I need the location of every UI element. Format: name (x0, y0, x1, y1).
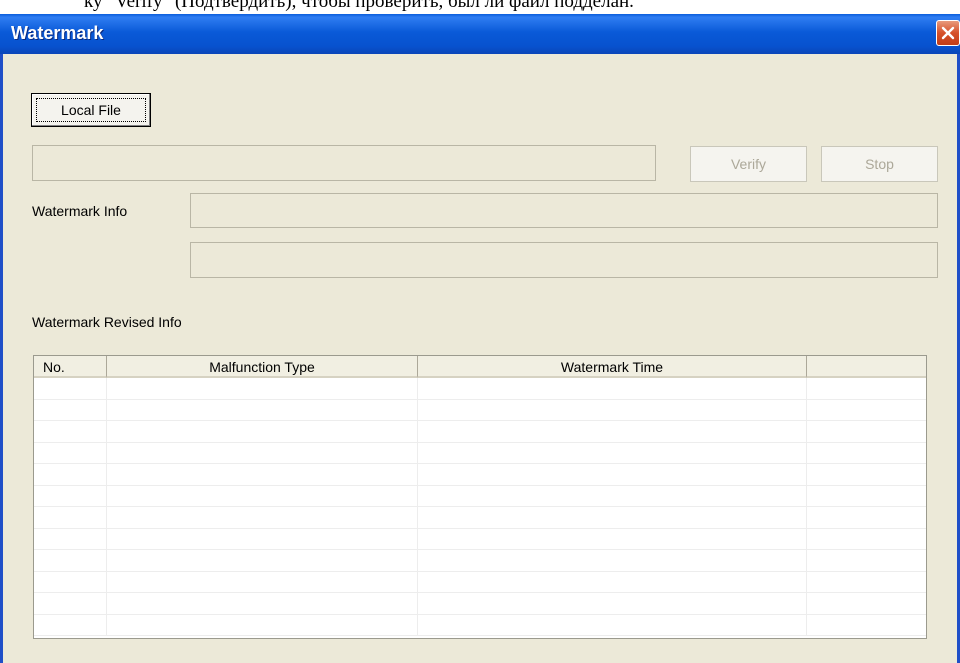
table-cell (34, 485, 107, 506)
file-path-field[interactable] (32, 145, 656, 181)
table-cell (418, 378, 807, 399)
table-cell (107, 614, 418, 635)
table-cell (34, 378, 107, 399)
table-header: No. Malfunction Type Watermark Time (34, 356, 926, 378)
table-cell (34, 571, 107, 592)
table-cell (107, 528, 418, 549)
table-row[interactable] (34, 485, 926, 507)
document-text-strip: ку "Verify" (Подтвердить), чтобы провери… (0, 0, 960, 14)
table-cell (107, 399, 418, 420)
table-row[interactable] (34, 442, 926, 464)
table-row[interactable] (34, 571, 926, 593)
title-bar[interactable]: Watermark (0, 14, 960, 54)
table-cell (418, 399, 807, 420)
table-cell (107, 507, 418, 528)
table-row[interactable] (34, 528, 926, 550)
table-cell (34, 507, 107, 528)
column-header-no[interactable]: No. (34, 356, 107, 378)
table-cell (107, 571, 418, 592)
table-cell (107, 442, 418, 463)
table-cell (418, 464, 807, 485)
table-cell (418, 571, 807, 592)
table-cell (34, 399, 107, 420)
verify-button[interactable]: Verify (690, 146, 807, 182)
table-cell (107, 464, 418, 485)
table-cell (418, 593, 807, 614)
table-row[interactable] (34, 550, 926, 572)
table-cell (807, 486, 926, 507)
table-body (34, 378, 926, 636)
table-cell (807, 593, 926, 614)
table-row[interactable] (34, 593, 926, 615)
table-cell (418, 528, 807, 549)
table-cell (34, 464, 107, 485)
table-cell (418, 550, 807, 571)
column-header-extra[interactable] (807, 356, 926, 378)
watermark-info-label: Watermark Info (32, 203, 128, 219)
table-cell (34, 593, 107, 614)
table-cell (418, 421, 807, 442)
table-cell (107, 593, 418, 614)
close-icon (941, 26, 955, 40)
close-button[interactable] (936, 20, 960, 46)
document-text: ку "Verify" (Подтвердить), чтобы провери… (84, 0, 634, 12)
table-row[interactable] (34, 464, 926, 486)
table-cell (807, 421, 926, 442)
table-cell (807, 507, 926, 528)
table-cell (34, 442, 107, 463)
table-cell (807, 400, 926, 421)
table-row[interactable] (34, 399, 926, 421)
table-cell (107, 550, 418, 571)
window-title: Watermark (11, 23, 104, 43)
local-file-button[interactable]: Local File (31, 93, 151, 127)
table-cell (807, 572, 926, 593)
watermark-revised-table: No. Malfunction Type Watermark Time (33, 355, 927, 639)
table-cell (107, 378, 418, 399)
table-cell (107, 485, 418, 506)
table-row[interactable] (34, 614, 926, 636)
watermark-info-field-1[interactable] (190, 193, 938, 228)
table-cell (34, 614, 107, 635)
table-cell (107, 421, 418, 442)
table-cell (418, 442, 807, 463)
table-row[interactable] (34, 421, 926, 443)
stop-button[interactable]: Stop (821, 146, 938, 182)
table-cell (807, 464, 926, 485)
table-cell (34, 421, 107, 442)
table-row[interactable] (34, 507, 926, 529)
watermark-revised-info-label: Watermark Revised Info (32, 314, 182, 330)
table-cell (807, 529, 926, 550)
watermark-dialog: Watermark Local File Verify Stop Waterma… (0, 14, 960, 663)
watermark-info-field-2[interactable] (190, 242, 938, 278)
local-file-label: Local File (36, 98, 146, 122)
column-header-watermark-time[interactable]: Watermark Time (418, 356, 807, 378)
table-cell (807, 550, 926, 571)
table-cell (34, 528, 107, 549)
table-cell (807, 378, 926, 399)
table-cell (807, 615, 926, 636)
column-header-malfunction-type[interactable]: Malfunction Type (107, 356, 418, 378)
table-cell (807, 443, 926, 464)
table-row[interactable] (34, 378, 926, 400)
table-cell (418, 485, 807, 506)
table-cell (34, 550, 107, 571)
table-cell (418, 614, 807, 635)
table-cell (418, 507, 807, 528)
